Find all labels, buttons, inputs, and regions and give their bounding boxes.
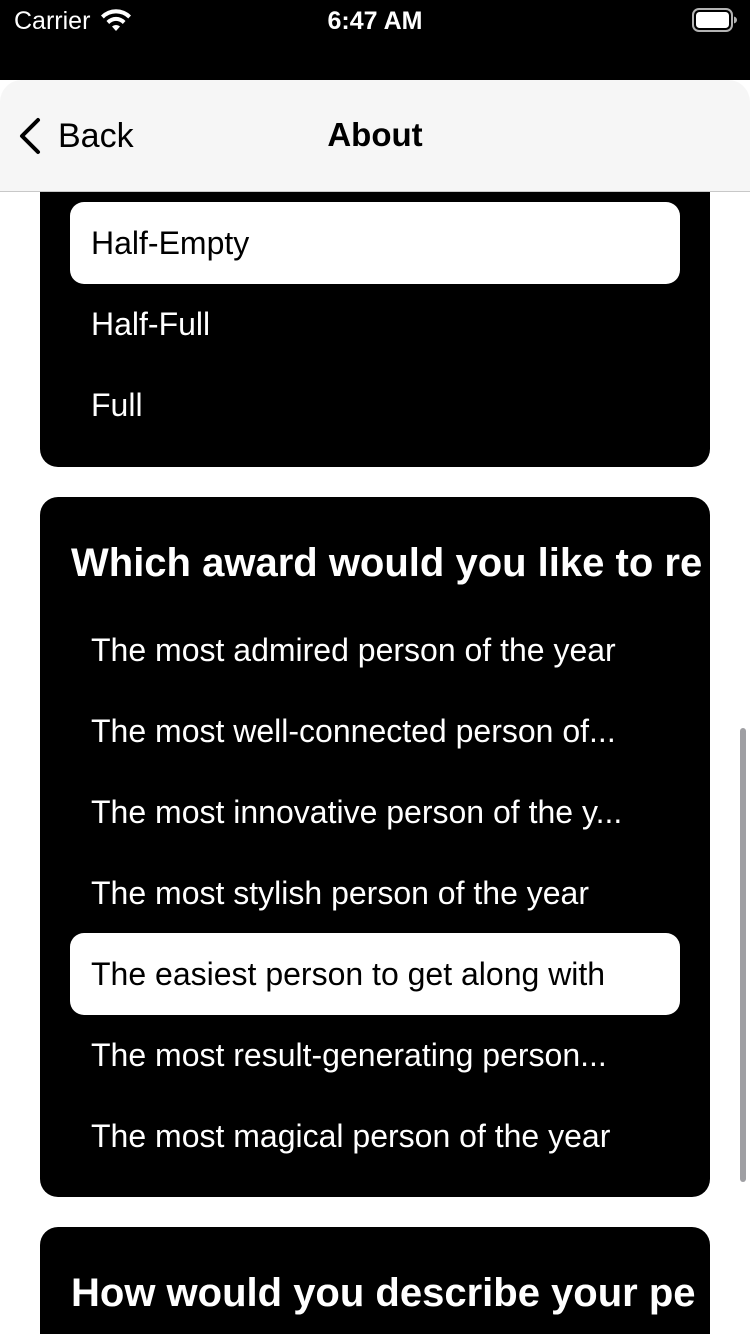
question-title-describe: How would you describe your pe bbox=[71, 1271, 696, 1315]
option-most-admired[interactable]: The most admired person of the year bbox=[70, 609, 680, 691]
option-easiest-to-get-along[interactable]: The easiest person to get along with bbox=[70, 933, 680, 1015]
question-card-describe: How would you describe your pe bbox=[40, 1227, 710, 1334]
status-bar: Carrier 6:47 AM bbox=[0, 0, 750, 80]
question-card-glass: Half-Empty Half-Full Full bbox=[40, 192, 710, 467]
option-most-innovative[interactable]: The most innovative person of the y... bbox=[70, 771, 680, 853]
navigation-bar: Back About bbox=[0, 80, 750, 192]
option-most-well-connected[interactable]: The most well-connected person of... bbox=[70, 690, 680, 772]
scroll-indicator[interactable] bbox=[740, 728, 746, 1182]
option-half-empty[interactable]: Half-Empty bbox=[70, 202, 680, 284]
option-most-result-generating[interactable]: The most result-generating person... bbox=[70, 1014, 680, 1096]
option-most-magical[interactable]: The most magical person of the year bbox=[70, 1095, 680, 1177]
screen: Carrier 6:47 AM Back About Half-Empty Ha… bbox=[0, 0, 750, 1334]
option-half-full[interactable]: Half-Full bbox=[70, 283, 680, 365]
survey-content[interactable]: Half-Empty Half-Full Full Which award wo… bbox=[0, 192, 750, 1334]
page-title: About bbox=[327, 116, 423, 153]
option-most-stylish[interactable]: The most stylish person of the year bbox=[70, 852, 680, 934]
question-title-award: Which award would you like to re bbox=[71, 541, 703, 585]
question-card-award: Which award would you like to re The mos… bbox=[40, 497, 710, 1197]
status-time: 6:47 AM bbox=[327, 7, 423, 35]
option-full[interactable]: Full bbox=[70, 364, 680, 446]
battery-icon bbox=[692, 8, 737, 32]
